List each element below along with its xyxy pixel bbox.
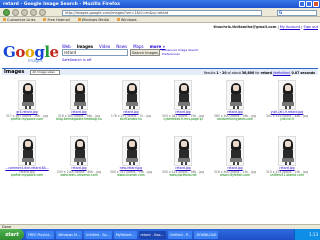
preferences-link[interactable]: Preferences [162, 52, 198, 56]
image-result[interactable]: new-retard.jpg 300 x 742 pixels - 99k - j… [106, 136, 156, 178]
bookmark-icon [3, 18, 6, 21]
safesearch-link[interactable]: SafeSearch is off [62, 58, 91, 62]
reload-button[interactable] [21, 8, 28, 16]
bookmark-item[interactable]: Customize Links [3, 18, 35, 22]
image-result[interactable]: retard.jpg 316 x 400 pixels - 12k - jpg ww… [210, 136, 260, 178]
taskbar-item[interactable]: FREE Playlist... [26, 230, 55, 239]
image-result[interactable]: yuki-(at)-9-retard.jpg 301 x 416 pixels -… [262, 80, 312, 122]
system-tray: 1:13 [294, 229, 320, 240]
bookmark-item[interactable]: Windows [116, 18, 137, 22]
image-result[interactable]: retard.jpg 316 x 400 pixels - 36k - jpg bl… [54, 80, 104, 122]
user-email: tinochris.tinitamiha@gmail.com [213, 25, 277, 29]
image-result[interactable]: retard.jpg 209 x 1000 pixels - 80k - jpg w… [54, 136, 104, 178]
minimize-button[interactable] [299, 1, 305, 7]
result-site: profile.myspace.com [10, 117, 44, 122]
bookmark-icon [43, 18, 47, 21]
result-site: blog.berniegoldie.freeblog.hu [56, 117, 102, 122]
stop-button[interactable] [30, 8, 37, 16]
page-content: tinochris.tinitamiha@gmail.com | My Acco… [0, 23, 320, 224]
taskbar-item[interactable]: MyRetard... [113, 230, 137, 239]
result-thumbnail[interactable] [174, 136, 192, 166]
result-thumbnail[interactable] [174, 80, 192, 110]
start-button[interactable]: start [0, 229, 24, 240]
taskbar-item[interactable]: retard - Goo... [138, 230, 166, 239]
window-title: retard - Google Image Search - Mozilla F… [3, 1, 121, 7]
forward-button[interactable] [12, 8, 19, 16]
result-thumbnail[interactable] [278, 136, 296, 166]
result-site: www.cityfetish.com [219, 173, 251, 178]
image-size-value: All image sizes [32, 70, 55, 74]
bookmark-item[interactable]: Windows Media [77, 18, 109, 22]
image-result[interactable]: retard.jpg 300 x 341 pixels - 19k - jpg cy… [158, 80, 208, 122]
result-site: www.cnwnsh.com [117, 173, 145, 178]
result-site: profile.myspace.com [10, 173, 44, 178]
search-images-button[interactable]: Search Images [130, 49, 160, 56]
image-result[interactable]: ...comment-dire-retard-6A... retard.jpg pr… [2, 136, 52, 178]
section-label: Images [4, 69, 25, 75]
back-button[interactable] [3, 8, 10, 16]
result-thumbnail[interactable] [70, 136, 88, 166]
results-stats: Results 1 - 20 of about 36,600 for retar… [203, 70, 315, 75]
result-site: cyberbikes.fr.mrs.page.pl [163, 117, 203, 122]
results-header-bar: Images All image sizes Results 1 - 20 of… [2, 68, 318, 75]
home-button[interactable] [39, 8, 46, 16]
result-site: randomfunnyjokes.com [216, 117, 254, 122]
sign-out-link[interactable]: Sign out [304, 25, 318, 29]
close-button[interactable] [313, 1, 319, 7]
image-result[interactable]: retard.jpg 380 x 400 pixels - 36k - jpg ra… [210, 80, 260, 122]
taskbar-item[interactable]: Windows M... [56, 230, 83, 239]
search-query: retard [64, 50, 77, 55]
result-site: www.portfolio.net [169, 173, 197, 178]
result-thumbnail[interactable] [226, 80, 244, 110]
clock: 1:13 [309, 232, 318, 237]
image-result[interactable]: retard.jpg 176 x 257 pixels - 7k - jpg stu… [106, 80, 156, 122]
logo-subtitle: Images [28, 58, 43, 63]
result-thumbnail[interactable] [226, 136, 244, 166]
maximize-button[interactable] [306, 1, 312, 7]
url-input[interactable]: http://images.google.com/images?um=1&hl=… [62, 9, 262, 16]
taskbar-item[interactable]: DOWNLOAD [194, 230, 219, 239]
my-account-link[interactable]: My Account [280, 25, 300, 29]
result-thumbnail[interactable] [122, 80, 140, 110]
definition-link[interactable]: (definition) [273, 71, 291, 75]
user-links: tinochris.tinitamiha@gmail.com | My Acco… [213, 25, 318, 29]
result-thumbnail[interactable] [18, 80, 36, 110]
result-thumbnail[interactable] [278, 80, 296, 110]
browser-search-box[interactable]: G [277, 9, 317, 16]
taskbar-item[interactable]: Untitled - Sp... [84, 230, 112, 239]
result-thumbnail[interactable] [18, 136, 36, 166]
url-text: http://images.google.com/images?um=1&hl=… [65, 10, 169, 15]
search-input[interactable]: retard [62, 49, 128, 56]
taskbar-item[interactable]: Untitled - P... [167, 230, 193, 239]
result-thumbnail[interactable] [70, 80, 88, 110]
account-bar: tinochris.tinitamiha@gmail.com | My Acco… [0, 25, 320, 29]
result-site: www.teen-universe.com [60, 173, 98, 178]
result-thumbnail[interactable] [122, 136, 140, 166]
window-controls [299, 1, 319, 7]
taskbar: start FREE Playlist... Windows M... Untitl… [0, 229, 320, 240]
window-titlebar: retard - Google Image Search - Mozilla F… [0, 0, 320, 8]
search-options-links: Advanced Image Search Preferences [162, 48, 198, 56]
google-search-icon: G [279, 10, 283, 15]
bookmark-icon [116, 18, 120, 21]
result-site: stuff.ondex.hu [119, 117, 143, 122]
result-site: yuki-te.fr [279, 117, 295, 122]
bookmark-icon [77, 18, 81, 21]
image-size-select[interactable]: All image sizes [30, 69, 61, 75]
result-site: snifterz11.blamb.com [270, 173, 304, 178]
image-result[interactable]: retard.jpg 300 x 414 pixels - 36k - jpg ww… [158, 136, 208, 178]
image-result[interactable]: retard.jpg 315 x 474 pixels - 19k - jpg sn… [262, 136, 312, 178]
image-result[interactable]: gril-retard.jpg 317 x 467 pixels - 30k - … [2, 80, 52, 122]
bookmark-item[interactable]: Free Hotmail [43, 18, 70, 22]
